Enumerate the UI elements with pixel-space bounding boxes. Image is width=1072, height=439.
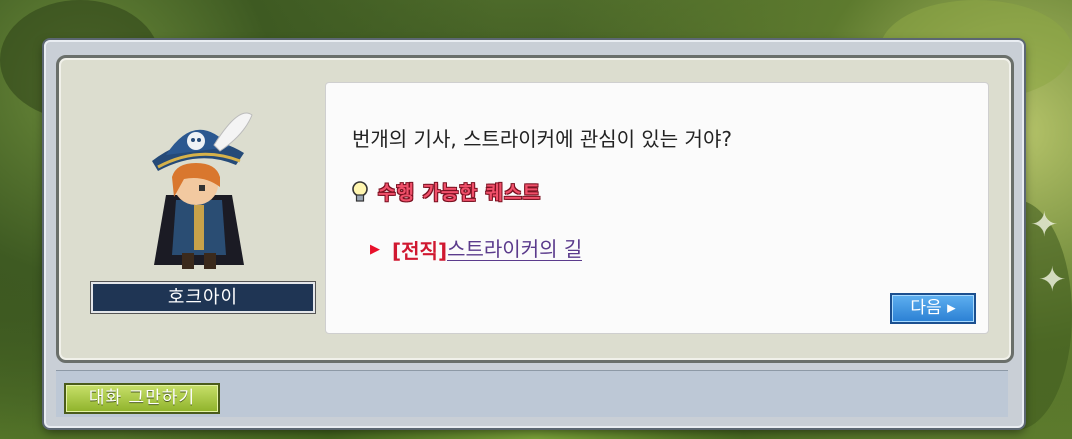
dialog-footer: 대화 그만하기: [56, 370, 1008, 417]
arrow-right-icon: ▶: [370, 242, 380, 257]
dialog-text-box: 번개의 기사, 스트라이커에 관심이 있는 거야? 수행 가능한 퀘스트 ▶ […: [325, 82, 989, 334]
npc-portrait: [152, 112, 253, 269]
dialog-question: 번개의 기사, 스트라이커에 관심이 있는 거야?: [352, 127, 732, 151]
npc-dialog-window: 호크아이 번개의 기사, 스트라이커에 관심이 있는 거야? 수행 가능한 퀘스…: [44, 40, 1024, 428]
star-decoration: ✦: [1038, 260, 1067, 300]
next-button[interactable]: 다음 ▸: [890, 293, 976, 324]
quest-header-label: 수행 가능한 퀘스트: [378, 182, 542, 204]
quest-item[interactable]: ▶ [전직] 스트라이커의 길: [370, 235, 583, 264]
star-decoration: ✦: [1030, 205, 1059, 245]
lightbulb-icon: [352, 180, 368, 202]
end-chat-button[interactable]: 대화 그만하기: [64, 383, 220, 414]
npc-name-plate: 호크아이: [91, 282, 315, 313]
quest-list-header: 수행 가능한 퀘스트: [350, 178, 541, 205]
quest-name-link[interactable]: 스트라이커의 길: [447, 238, 583, 261]
dialog-panel: 호크아이 번개의 기사, 스트라이커에 관심이 있는 거야? 수행 가능한 퀘스…: [56, 55, 1014, 363]
quest-tag: [전직]: [392, 239, 448, 263]
